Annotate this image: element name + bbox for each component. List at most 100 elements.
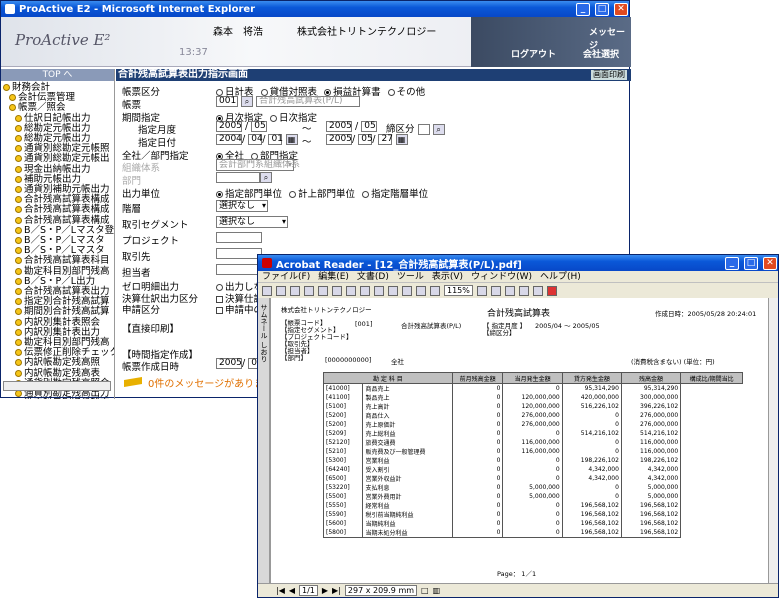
project-input[interactable] (216, 232, 262, 243)
project-label: プロジェクト (122, 236, 180, 247)
last-page-button[interactable]: ▶| (332, 586, 341, 595)
minimize-icon[interactable]: _ (725, 256, 739, 270)
pdf-vscrollbar[interactable] (768, 298, 778, 584)
text-select-icon[interactable] (416, 285, 426, 296)
zoom-tool-icon[interactable] (402, 285, 412, 296)
menu-hscrollbar[interactable] (3, 381, 111, 391)
menu-document[interactable]: 文書(D) (357, 271, 389, 282)
org-label: 組織体系 (122, 163, 161, 174)
close-icon[interactable]: ✕ (763, 256, 777, 270)
month-from-month[interactable]: 05 (251, 121, 268, 132)
menu-tools[interactable]: ツール (397, 271, 424, 282)
zoom-field[interactable]: 115% (444, 285, 473, 296)
folder-icon (15, 339, 22, 347)
dept-input[interactable] (216, 172, 260, 183)
org-select[interactable]: 会計部門系組織体系 (216, 159, 300, 171)
zoom-out-icon[interactable] (430, 285, 440, 296)
radio-unit-post[interactable] (289, 191, 297, 198)
report-cell: 0 (451, 411, 504, 420)
fit-page-icon[interactable] (504, 285, 515, 296)
search-icon[interactable]: ⌕ (432, 124, 445, 135)
report-cell: 0 (502, 474, 563, 483)
maximize-icon[interactable]: □ (744, 256, 758, 270)
sidebar-tabs[interactable]: サムネール しおり (258, 298, 270, 584)
hier-label: 階層 (122, 204, 142, 215)
menu-view[interactable]: 表示(V) (432, 271, 463, 282)
folder-icon (15, 175, 22, 183)
email-icon[interactable] (304, 285, 314, 296)
date-from-month[interactable]: 04 (248, 134, 263, 145)
maximize-icon[interactable]: □ (595, 2, 609, 16)
find-icon[interactable] (318, 285, 328, 296)
fit-width-icon[interactable] (518, 285, 529, 296)
date-from-year[interactable]: 2004 (216, 134, 242, 145)
prev-page-button[interactable]: ◀ (289, 586, 295, 595)
next-page-button[interactable]: ▶ (322, 586, 328, 595)
radio-other[interactable] (387, 89, 395, 96)
radio-bs[interactable] (260, 89, 268, 96)
radio-label: 指定階層単位 (371, 189, 429, 200)
date-to-year[interactable]: 2005 (326, 134, 352, 145)
hier-select[interactable]: 選択なし (216, 200, 268, 212)
radio-label: 計上部門単位 (298, 189, 356, 200)
menu-edit[interactable]: 編集(E) (318, 271, 349, 282)
first-page-button[interactable]: |◀ (276, 586, 285, 595)
page-field[interactable]: 1/1 (299, 585, 318, 596)
settle-input[interactable] (417, 124, 430, 135)
radio-daily-period[interactable] (270, 115, 278, 122)
staff-input[interactable] (216, 264, 262, 275)
date-to-day[interactable]: 27 (378, 134, 393, 145)
search-icon[interactable]: ⌕ (241, 96, 254, 107)
date-from-day[interactable]: 01 (268, 134, 283, 145)
apply-checkbox[interactable] (216, 307, 223, 314)
next-page-icon[interactable] (360, 285, 370, 296)
rotate-icon[interactable] (532, 285, 543, 296)
month-from-year[interactable]: 2005 (216, 121, 242, 132)
save-icon[interactable] (276, 285, 286, 296)
menu-window[interactable]: ウィンドウ(W) (471, 271, 532, 282)
continuous-icon[interactable]: ▥ (433, 586, 441, 595)
actual-size-icon[interactable] (490, 285, 501, 296)
radio-daily[interactable] (216, 89, 223, 96)
report-cell: 0 (502, 501, 563, 510)
month-to-month[interactable]: 05 (361, 121, 378, 132)
print-screen-button[interactable]: 画面印刷 (591, 70, 627, 80)
report-cell: 0 (451, 447, 504, 456)
segment-select[interactable]: 選択なし (216, 216, 288, 228)
create-year[interactable]: 2005 (216, 358, 242, 369)
calendar-icon[interactable]: ▦ (285, 134, 298, 145)
logout-button[interactable]: ログアウト (511, 47, 556, 60)
menu-help[interactable]: ヘルプ(H) (540, 271, 581, 282)
single-page-icon[interactable]: □ (421, 586, 429, 595)
minimize-icon[interactable]: _ (576, 2, 590, 16)
hand-tool-icon[interactable] (388, 285, 398, 296)
month-to-year[interactable]: 2005 (326, 121, 352, 132)
report-meta-name: 合計残高試算表(P/L) (401, 322, 462, 330)
radio-unit-dept[interactable] (216, 191, 223, 198)
folder-icon (15, 114, 22, 122)
top-link[interactable]: TOP へ (1, 69, 114, 81)
report-cell: 5,000,000 (620, 483, 682, 492)
date-to-month[interactable]: 05 (358, 134, 373, 145)
last-page-icon[interactable] (374, 285, 384, 296)
zoom-in-icon[interactable] (476, 285, 487, 296)
search-icon[interactable]: ⌕ (260, 172, 272, 183)
company-select-button[interactable]: 会社選択 (583, 47, 619, 60)
radio-zero-none[interactable] (216, 284, 223, 291)
close-icon[interactable]: ✕ (614, 2, 628, 16)
print-icon[interactable] (290, 285, 300, 296)
radio-pl[interactable] (324, 89, 332, 96)
report-row: [5100] 売上高計 0 120,000,000 516,226,102 396,226… (322, 402, 743, 411)
report-code-input[interactable]: 001 (216, 96, 238, 107)
open-icon[interactable] (262, 285, 272, 296)
report-row: [5800] 当期未処分利益 0 0 196,568,102 196,568,102 (322, 528, 743, 538)
sidebar-tab-label[interactable]: サムネール しおり (259, 304, 269, 362)
prev-page-icon[interactable] (346, 285, 356, 296)
radio-unit-hier[interactable] (362, 191, 370, 198)
report-cell: 当期純利益 (362, 519, 453, 528)
partner-input[interactable] (216, 248, 262, 259)
report-row: [41000] 商品売上 0 0 95,314,290 95,314,290 (322, 383, 743, 393)
first-page-icon[interactable] (332, 285, 342, 296)
calendar-icon[interactable]: ▦ (395, 134, 408, 145)
menu-file[interactable]: ファイル(F) (262, 271, 310, 282)
